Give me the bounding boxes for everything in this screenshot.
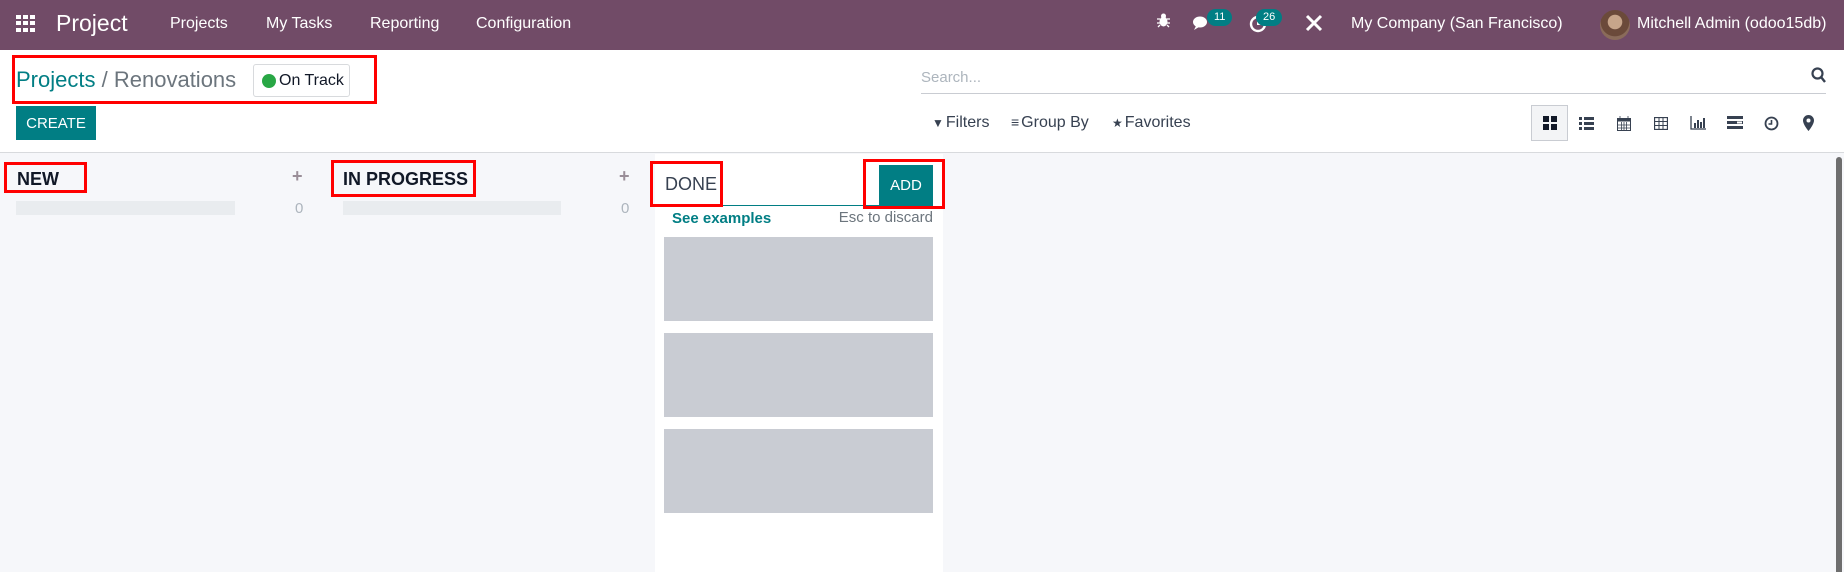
- filters-button[interactable]: ▼ Filters: [932, 114, 989, 132]
- table-icon: [1653, 116, 1668, 130]
- favorites-label: Favorites: [1124, 114, 1191, 131]
- column-count: 0: [295, 200, 304, 217]
- kanban-board: NEW + 0 IN PROGRESS + 0 ADD See examples…: [0, 154, 1844, 572]
- quick-add-plus-icon[interactable]: +: [292, 166, 303, 187]
- filters-label: Filters: [945, 114, 990, 131]
- top-navbar: Project Projects My Tasks Reporting Conf…: [0, 0, 1844, 50]
- bar-chart-icon: [1689, 116, 1706, 130]
- vertical-scrollbar[interactable]: [1836, 157, 1842, 572]
- ghost-card: [664, 333, 933, 417]
- clock-icon: [1764, 116, 1779, 130]
- create-button[interactable]: CREATE: [16, 106, 96, 140]
- messages-badge: 11: [1207, 9, 1233, 26]
- bars-icon: ≡: [1011, 114, 1020, 130]
- menu-configuration[interactable]: Configuration: [476, 15, 571, 33]
- kanban-icon: [1542, 116, 1557, 130]
- view-calendar-button[interactable]: [1605, 105, 1642, 141]
- breadcrumb: Projects / Renovations: [16, 67, 236, 93]
- quick-add-plus-icon[interactable]: +: [619, 166, 630, 187]
- menu-reporting[interactable]: Reporting: [370, 15, 439, 33]
- tools-icon[interactable]: [1305, 14, 1323, 37]
- bug-icon[interactable]: [1156, 12, 1171, 33]
- user-menu[interactable]: Mitchell Admin (odoo15db): [1637, 15, 1826, 33]
- group-by-button[interactable]: ≡ Group By: [1011, 114, 1089, 132]
- activities-badge: 26: [1256, 9, 1283, 26]
- column-progress-bar: [343, 201, 561, 215]
- view-map-button[interactable]: [1790, 105, 1827, 141]
- column-progress-bar: [16, 201, 235, 215]
- menu-my-tasks[interactable]: My Tasks: [266, 15, 332, 33]
- star-icon: ★: [1112, 116, 1123, 130]
- status-label: On Track: [279, 71, 344, 89]
- column-title[interactable]: IN PROGRESS: [343, 169, 468, 190]
- see-examples-link[interactable]: See examples: [672, 210, 771, 227]
- view-list-button[interactable]: [1568, 105, 1605, 141]
- company-switcher[interactable]: My Company (San Francisco): [1351, 15, 1563, 33]
- view-kanban-button[interactable]: [1531, 105, 1568, 141]
- project-status-button[interactable]: On Track: [253, 64, 350, 97]
- menu-projects[interactable]: Projects: [170, 15, 228, 33]
- column-count: 0: [621, 200, 630, 217]
- favorites-button[interactable]: ★ Favorites: [1112, 114, 1191, 132]
- search-bar: [921, 60, 1826, 94]
- ghost-card: [664, 237, 933, 321]
- control-panel: Projects / Renovations On Track CREATE ▼…: [0, 50, 1844, 153]
- view-activity-button[interactable]: [1753, 105, 1790, 141]
- breadcrumb-projects[interactable]: Projects: [16, 67, 95, 92]
- breadcrumb-current: Renovations: [113, 67, 237, 92]
- gantt-icon: [1726, 116, 1743, 129]
- apps-grid-icon[interactable]: [16, 15, 36, 32]
- group-by-label: Group By: [1021, 114, 1089, 131]
- quick-create-column: ADD See examples Esc to discard: [655, 154, 943, 572]
- map-pin-icon: [1803, 115, 1814, 131]
- column-title[interactable]: NEW: [17, 169, 59, 190]
- list-icon: [1579, 116, 1594, 130]
- view-graph-button[interactable]: [1679, 105, 1716, 141]
- calendar-icon: [1616, 115, 1631, 131]
- status-dot-icon: [262, 73, 276, 88]
- search-icon[interactable]: [1811, 67, 1826, 88]
- view-pivot-button[interactable]: [1642, 105, 1679, 141]
- esc-discard-hint: Esc to discard: [838, 209, 933, 226]
- ghost-card: [664, 429, 933, 513]
- add-column-button[interactable]: ADD: [879, 165, 933, 205]
- view-gantt-button[interactable]: [1716, 105, 1753, 141]
- breadcrumb-separator: /: [101, 67, 108, 92]
- user-avatar[interactable]: [1600, 10, 1630, 40]
- filter-icon: ▼: [932, 116, 944, 130]
- app-brand[interactable]: Project: [56, 10, 128, 37]
- search-input[interactable]: [921, 66, 1781, 88]
